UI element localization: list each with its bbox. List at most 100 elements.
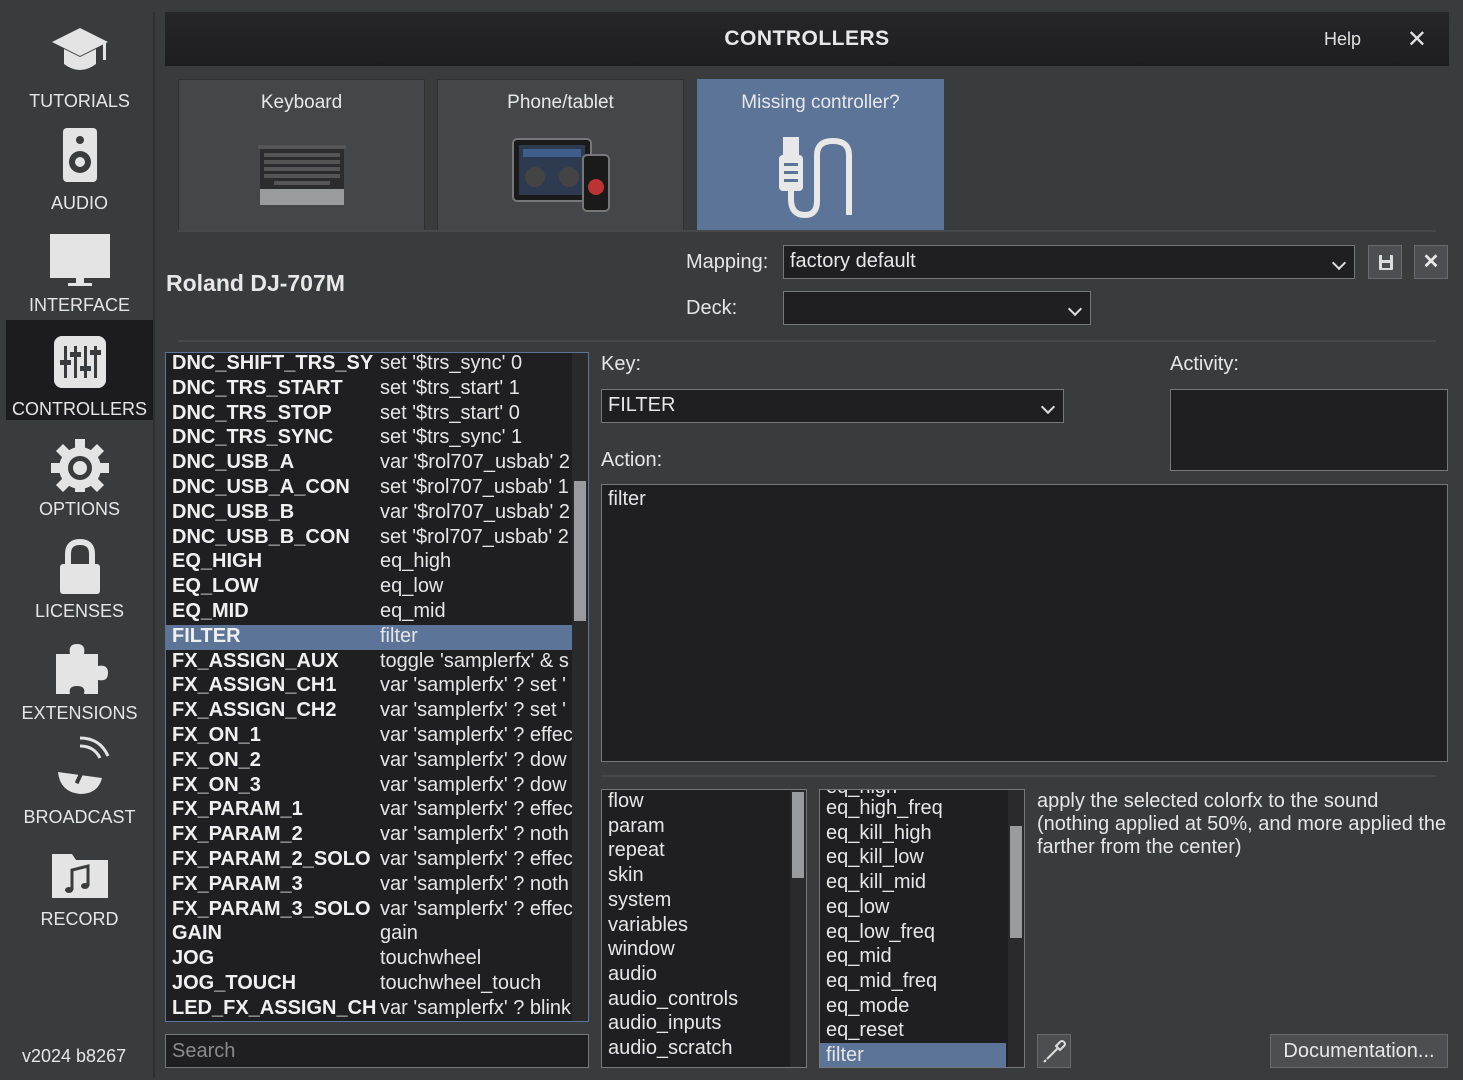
sidebar-item-options[interactable]: OPTIONS [6,422,153,522]
list-item[interactable]: eq_low_freq [826,921,935,944]
key-select[interactable]: FILTER [601,389,1064,423]
sidebar-item-interface[interactable]: INTERFACE [6,218,153,318]
table-row[interactable]: FX_ASSIGN_AUX toggle 'samplerfx' & s [166,650,572,675]
key-name: EQ_MID [172,600,249,622]
monitor-icon [50,234,110,286]
list-item[interactable]: audio_controls [608,988,738,1011]
tile-missing-controller[interactable]: Missing controller? [697,79,944,231]
mapping-select[interactable]: factory default [783,245,1355,279]
save-mapping-button[interactable] [1368,245,1402,279]
puzzle-icon [56,644,108,694]
table-row[interactable]: FX_PARAM_1 var 'samplerfx' ? effec [166,798,572,823]
table-row[interactable]: FILTER filter [166,624,572,650]
tile-keyboard[interactable]: Keyboard [178,79,425,231]
scrollbar-thumb[interactable] [1010,826,1022,938]
sidebar-item-audio[interactable]: AUDIO [6,116,153,216]
table-row[interactable]: FX_ON_2 var 'samplerfx' ? dow [166,749,572,774]
table-row[interactable]: FX_PARAM_3 var 'samplerfx' ? noth [166,873,572,898]
list-item[interactable]: eq_kill_low [826,846,924,869]
list-item[interactable]: param [608,815,665,838]
table-row[interactable]: GAIN gain [166,922,572,947]
music-folder-icon [52,854,108,898]
sidebar-item-label: TUTORIALS [29,91,130,111]
table-row[interactable]: DNC_TRS_SYNC set '$trs_sync' 1 [166,426,572,451]
list-item[interactable]: audio [608,963,657,986]
list-item[interactable]: eq_high_freq [826,797,943,820]
scrollbar-thumb[interactable] [574,481,586,621]
sidebar-item-record[interactable]: RECORD [6,830,153,930]
search-input[interactable]: Search [165,1034,589,1068]
table-row[interactable]: EQ_LOW eq_low [166,575,572,600]
key-name: DNC_TRS_SYNC [172,426,334,449]
table-row[interactable]: FX_ASSIGN_CH2 var 'samplerfx' ? set ' [166,699,572,724]
list-item[interactable]: eq_kill_high [826,822,932,845]
key-list-scrollbar[interactable] [572,353,588,1021]
table-row[interactable]: FX_PARAM_2 var 'samplerfx' ? noth [166,823,572,848]
table-row[interactable]: JOG_TOUCH touchwheel_touch [166,972,572,997]
verb-scrollbar[interactable] [1008,790,1024,1067]
key-name: LED_FX_ASSIGN_CH [172,996,377,1019]
table-row[interactable]: LED_FX_ASSIGN_CH var 'samplerfx' ? blink [166,996,572,1021]
table-row[interactable]: DNC_USB_A_CON set '$rol707_usbab' 1 [166,476,572,501]
key-name: EQ_LOW [172,575,259,598]
sidebar-item-extensions[interactable]: EXTENSIONS [6,626,153,726]
sidebar-item-licenses[interactable]: LICENSES [6,524,153,624]
list-item[interactable]: system [608,889,671,912]
tile-phone-tablet[interactable]: Phone/tablet [437,79,684,231]
close-button[interactable]: ✕ [1407,25,1427,54]
table-row[interactable]: DNC_TRS_START set '$trs_start' 1 [166,377,572,402]
delete-mapping-button[interactable]: ✕ [1414,245,1448,279]
picker-button[interactable] [1037,1034,1071,1068]
table-row[interactable]: DNC_TRS_STOP set '$trs_start' 0 [166,402,572,427]
list-item[interactable]: eq_low [826,896,889,919]
table-row[interactable]: FX_ASSIGN_CH1 var 'samplerfx' ? set ' [166,674,572,699]
table-row[interactable]: FX_PARAM_2_SOLO var 'samplerfx' ? effec [166,848,572,873]
list-item[interactable]: audio_scratch [608,1037,733,1060]
list-item[interactable]: eq_mode [826,995,909,1018]
table-row[interactable]: DNC_USB_A var '$rol707_usbab' 2 [166,451,572,476]
list-item[interactable]: audio_inputs [608,1012,721,1035]
list-item[interactable]: eq_mid_freq [826,970,937,993]
list-item[interactable]: variables [608,914,688,937]
deck-select[interactable] [783,291,1091,325]
scrollbar-thumb[interactable] [792,792,804,878]
sidebar-item-tutorials[interactable]: TUTORIALS [6,14,153,114]
list-item[interactable]: eq_reset [826,1019,904,1042]
key-mapping-list[interactable]: DNC_SHIFT_TRS_SY set '$trs_sync' 0 DNC_TRS… [165,352,589,1022]
table-row[interactable]: FX_ON_3 var 'samplerfx' ? dow [166,774,572,799]
category-scrollbar[interactable] [790,790,806,1067]
action-editor[interactable]: filter [601,484,1448,762]
key-name: DNC_SHIFT_TRS_SY [172,352,374,374]
list-item[interactable]: flow [608,790,644,813]
list-item[interactable]: repeat [608,839,665,862]
key-action: set '$trs_sync' 0 [380,352,523,374]
list-item[interactable]: window [608,938,675,961]
table-row[interactable]: FX_PARAM_3_SOLO var 'samplerfx' ? effec [166,898,572,923]
sidebar-item-label: OPTIONS [38,499,120,519]
list-item[interactable]: skin [608,864,644,887]
eyedropper-icon [1043,1040,1066,1063]
documentation-button[interactable]: Documentation... [1270,1034,1448,1068]
table-row[interactable]: FX_ON_1 var 'samplerfx' ? effec [166,724,572,749]
key-name: FX_PARAM_3_SOLO [172,897,371,920]
table-row[interactable]: DNC_USB_B var '$rol707_usbab' 2 [166,501,572,526]
table-row[interactable]: EQ_HIGH eq_high [166,550,572,575]
key-name: DNC_TRS_START [172,376,343,399]
table-row[interactable]: DNC_USB_B_CON set '$rol707_usbab' 2 [166,526,572,551]
table-row[interactable]: DNC_SHIFT_TRS_SY set '$trs_sync' 0 [166,352,572,377]
verb-list[interactable]: eq_high eq_high_freqeq_kill_higheq_kill_… [819,789,1025,1068]
sidebar-item-controllers[interactable]: CONTROLLERS [6,320,153,420]
list-item[interactable]: eq_kill_mid [826,871,926,894]
list-item[interactable]: eq_mid [826,945,892,968]
table-row[interactable]: JOG touchwheel [166,947,572,972]
category-list[interactable]: flow param repeat skin system variables window… [601,789,807,1068]
sidebar-item-broadcast[interactable]: BROADCAST [6,728,153,828]
settings-sidebar: TUTORIALS AUDIO INTERFACE CONTROLLERS OP… [0,0,155,1080]
help-button[interactable]: Help [1324,29,1361,50]
table-row[interactable]: EQ_MID eq_mid [166,600,572,625]
key-value: FILTER [608,394,676,416]
gear-icon [51,439,109,492]
list-item[interactable]: filter [826,1044,864,1067]
graduation-cap-icon [52,28,108,70]
key-action: eq_mid [380,600,446,622]
